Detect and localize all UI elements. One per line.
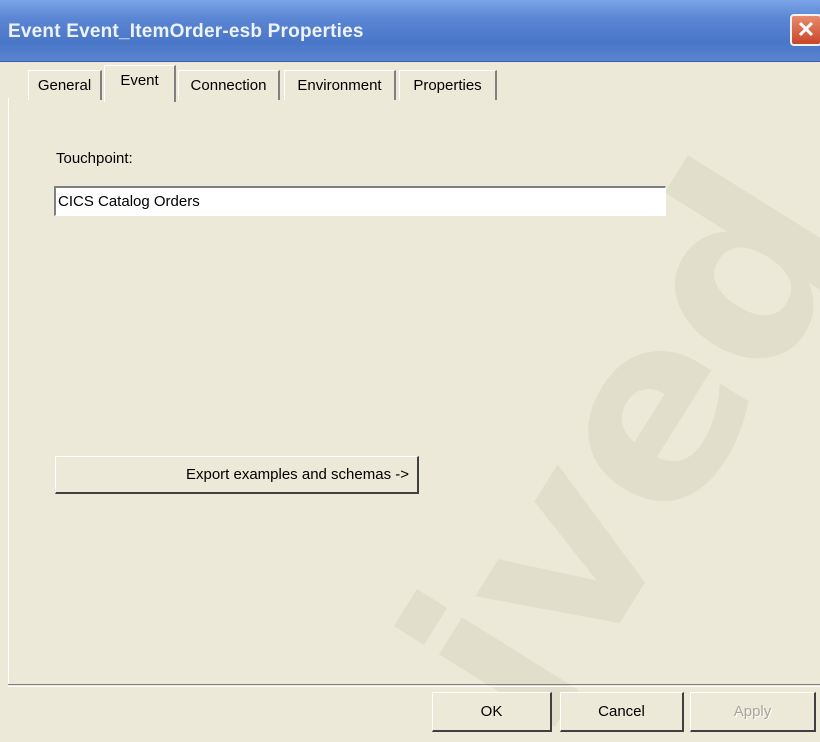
touchpoint-label: Touchpoint: [56, 150, 133, 167]
close-button[interactable]: ✕ [790, 14, 820, 46]
ok-button[interactable]: OK [432, 692, 552, 732]
apply-button[interactable]: Apply [690, 692, 816, 732]
cancel-button[interactable]: Cancel [560, 692, 684, 732]
cancel-label: Cancel [598, 703, 645, 720]
close-icon: ✕ [796, 17, 816, 42]
apply-label: Apply [733, 703, 772, 720]
tab-connection-label: Connection [190, 77, 267, 94]
export-examples-button[interactable]: Export examples and schemas -> [55, 456, 419, 494]
ok-label: OK [480, 703, 503, 720]
panel-separator [8, 684, 820, 687]
panel-left-edge [8, 98, 10, 686]
title-bar: Event Event_ItemOrder-esb Properties ✕ [0, 0, 820, 62]
export-examples-label: Export examples and schemas -> [185, 466, 409, 483]
tab-strip: General Event Connection Environment Pro… [0, 62, 820, 102]
window-title: Event Event_ItemOrder-esb Properties [8, 21, 364, 42]
tab-general[interactable]: General [28, 70, 102, 100]
tab-general-label: General [37, 77, 92, 94]
tab-environment[interactable]: Environment [284, 70, 396, 100]
touchpoint-input[interactable] [54, 186, 666, 216]
watermark: ived [0, 0, 820, 742]
tab-connection[interactable]: Connection [178, 70, 280, 100]
tab-event[interactable]: Event [104, 65, 176, 102]
tab-properties[interactable]: Properties [399, 70, 497, 100]
tab-properties-label: Properties [413, 77, 482, 94]
tab-environment-label: Environment [297, 77, 382, 94]
tab-event-label: Event [120, 72, 159, 89]
